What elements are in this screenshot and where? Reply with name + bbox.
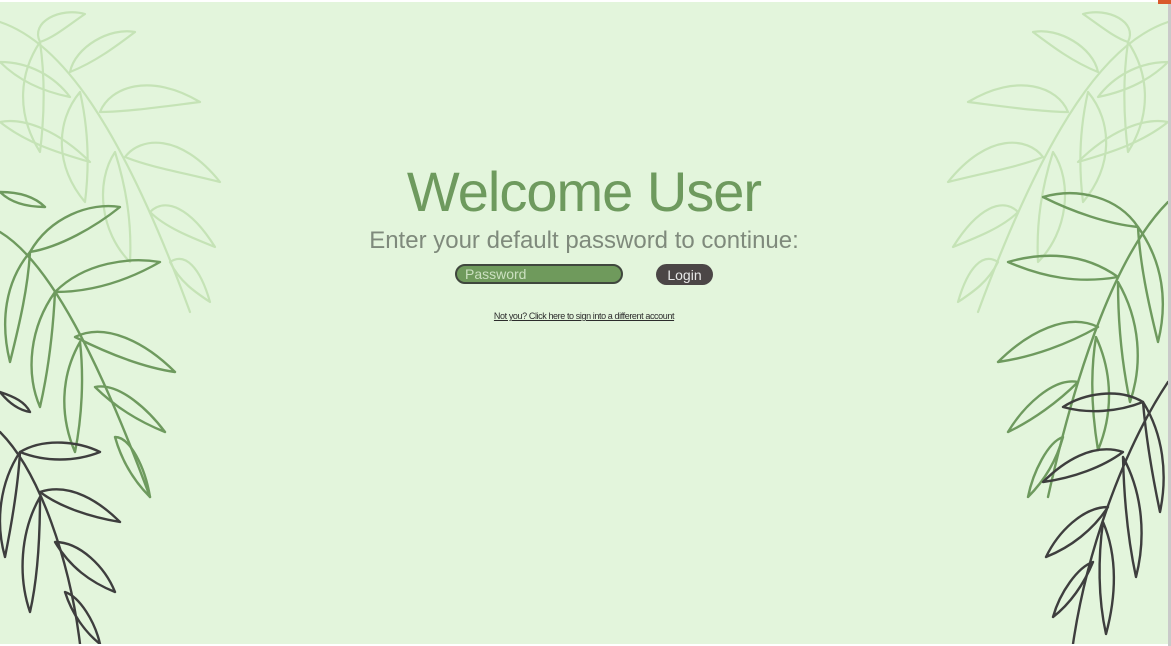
close-icon[interactable]	[1158, 0, 1171, 4]
page-title: Welcome User	[406, 160, 762, 223]
page-subtitle: Enter your default password to continue:	[369, 227, 799, 254]
login-button[interactable]: Login	[656, 264, 713, 285]
login-window: Welcome User Enter your default password…	[0, 2, 1168, 644]
password-input[interactable]	[455, 264, 623, 284]
switch-account-link[interactable]: Not you? Click here to sign into a diffe…	[0, 311, 1168, 321]
login-panel: Welcome User Enter your default password…	[0, 2, 1168, 644]
